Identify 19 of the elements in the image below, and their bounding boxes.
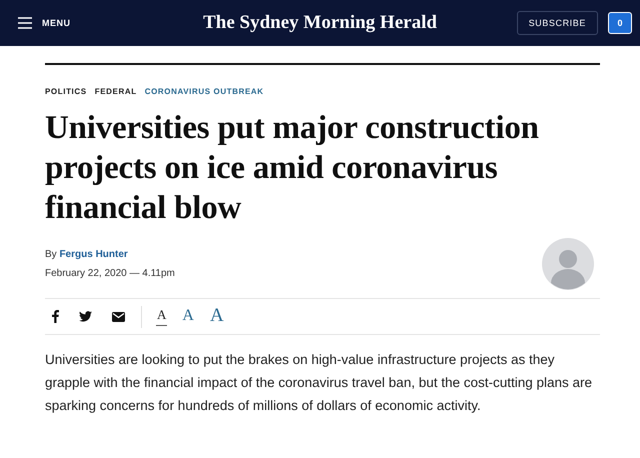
article-paragraph: Universities are looking to put the brakes on high-value infrastructure projects as they grapple with the financial impact of the coronavirus travel ban, but the cost-cutting plans are sparking concerns for hundreds of millions of dollars of economic activity. bbox=[45, 351, 594, 415]
font-size-button[interactable]: A bbox=[156, 307, 168, 326]
byline: By Fergus Hunter bbox=[45, 248, 129, 262]
notification-badge[interactable]: 0 bbox=[608, 12, 632, 34]
author-avatar bbox=[542, 238, 594, 290]
facebook-icon[interactable] bbox=[52, 310, 59, 323]
article-headline: Universities put major construction projects on ice amid coronavirus financial blow bbox=[45, 109, 540, 228]
breadcrumb-link[interactable]: POLITICS bbox=[45, 87, 87, 96]
twitter-icon[interactable] bbox=[79, 311, 92, 322]
menu-icon bbox=[18, 17, 32, 29]
subscribe-button[interactable]: SUBSCRIBE bbox=[516, 11, 598, 35]
font-size-button[interactable]: A bbox=[181, 306, 195, 326]
site-logo[interactable]: The Sydney Morning Herald bbox=[203, 12, 437, 34]
menu-button[interactable]: MENU bbox=[16, 15, 72, 31]
breadcrumb-link[interactable]: FEDERAL bbox=[94, 87, 137, 96]
font-size-button[interactable]: A bbox=[208, 304, 225, 328]
email-icon[interactable] bbox=[112, 312, 125, 322]
publish-date: February 22, 2020 — 4.11pm bbox=[45, 267, 175, 281]
breadcrumb-link[interactable]: CORONAVIRUS OUTBREAK bbox=[144, 87, 264, 96]
